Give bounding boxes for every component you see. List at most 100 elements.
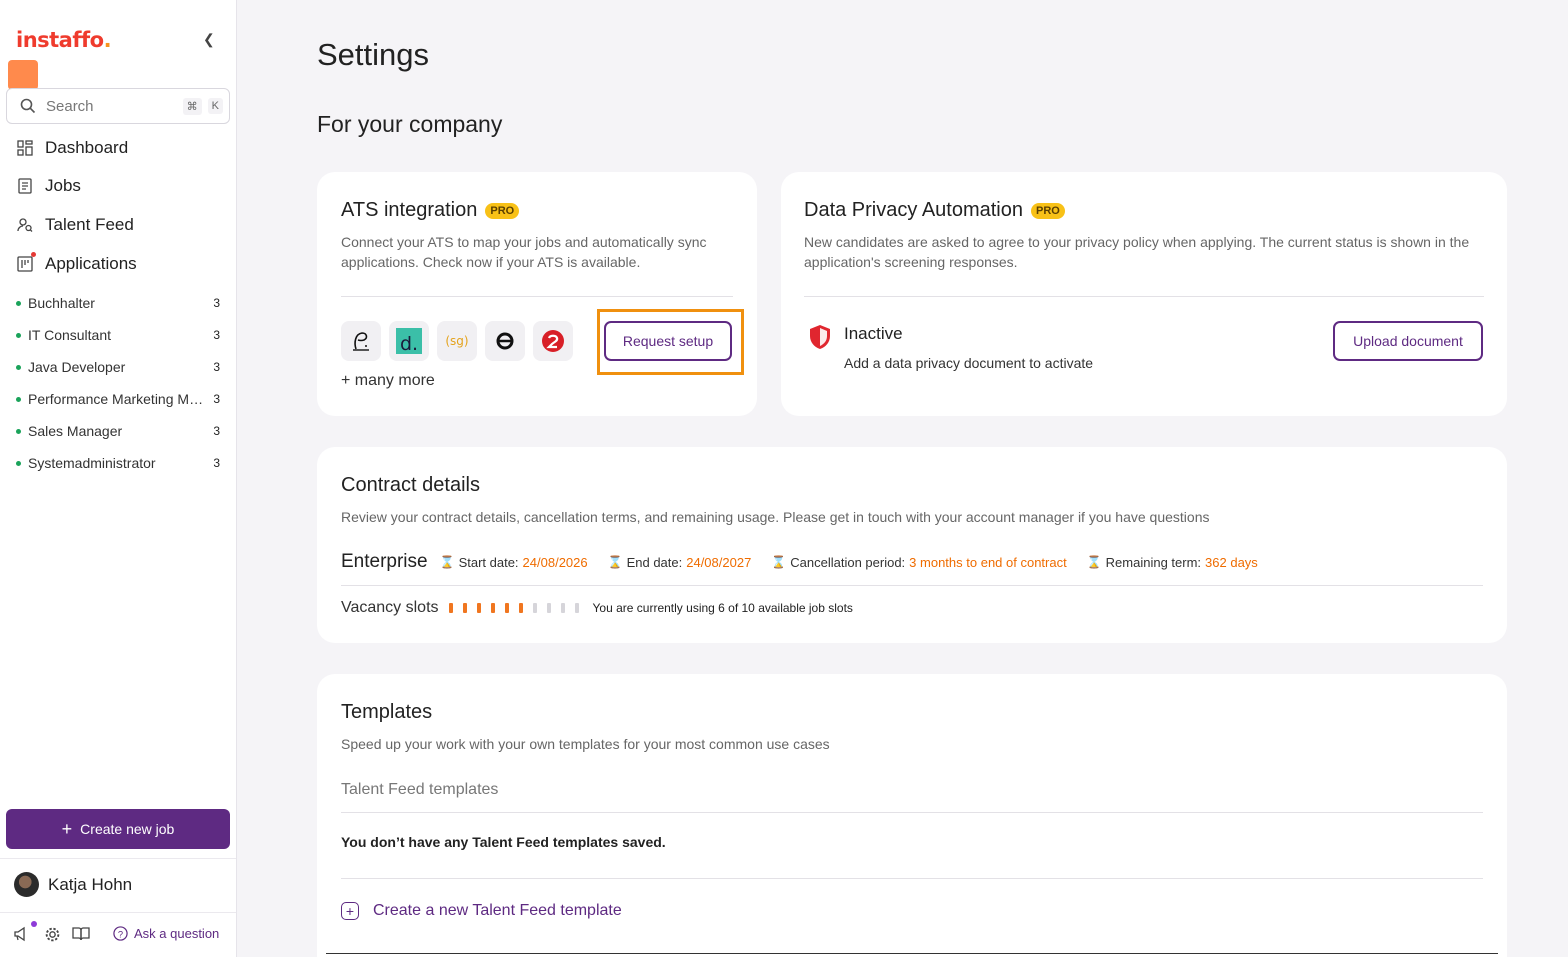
vacancy-slot-bar [448,603,589,613]
nav-talent-feed[interactable]: Talent Feed [16,215,134,235]
pro-badge: PRO [485,202,520,219]
active-dot [16,428,21,434]
job-count: 3 [213,328,220,342]
job-name: Sales Manager [28,423,123,439]
instaffo-logo[interactable]: instaffo. [16,28,112,52]
end-date: ⌛ End date: 24/08/2027 [608,555,752,570]
job-item-performance-marketing[interactable]: Performance Marketing Manager 3 [16,391,220,407]
divider [341,585,1483,586]
job-item-sales-manager[interactable]: Sales Manager 3 [16,423,220,439]
pro-badge: PRO [1031,202,1065,219]
job-item-buchhalter[interactable]: Buchhalter 3 [16,295,220,311]
notification-dot [31,252,36,257]
ats-logos: d. (sg) [341,321,573,361]
card-description: Review your contract details, cancellati… [341,509,1210,525]
slot-free [574,603,579,613]
job-count: 3 [213,360,220,374]
create-new-job-button[interactable]: + Create new job [6,809,230,849]
card-title: Templates [341,701,433,723]
softgarden-logo-icon: (sg) [437,321,477,361]
job-name: Performance Marketing Manager [28,391,205,407]
announcements-icon[interactable] [13,926,31,942]
create-job-label: Create new job [80,821,175,837]
start-value: 24/08/2026 [522,554,588,570]
slot-used [518,603,523,613]
job-name: IT Consultant [28,327,112,343]
ats-integration-card: ATS integration PRO Connect your ATS to m… [317,172,757,416]
shortcut-cmd: ⌘ [182,97,202,115]
card-description: New candidates are asked to agree to you… [804,234,1470,270]
job-count: 3 [213,392,220,406]
help-icon: ? [113,926,128,941]
cancel-value: 3 months to end of contract [909,554,1067,570]
hourglass-icon: ⌛ [1086,555,1102,569]
book-icon[interactable] [72,926,90,941]
create-talent-feed-template-link[interactable]: + Create a new Talent Feed template [341,902,622,920]
data-privacy-card: Data Privacy Automation PRO New candidate… [781,172,1507,416]
hourglass-icon: ⌛ [607,555,623,569]
slot-free [560,603,565,613]
gear-icon[interactable] [44,926,61,943]
contract-details-card: Contract details Review your contract de… [317,447,1507,643]
card-title: Data Privacy Automation [804,199,1023,221]
end-value: 24/08/2027 [686,554,752,570]
vacancy-slots-row: Vacancy slots You are currently using 6 … [341,599,853,617]
jobs-icon [16,177,34,195]
personio-logo-icon [341,321,381,361]
avatar [14,872,39,897]
svg-text:(sg): (sg) [445,334,468,348]
active-dot [16,460,21,466]
slot-used [448,603,453,613]
divider [341,812,1483,813]
ask-question-label: Ask a question [134,926,220,941]
slot-used [462,603,467,613]
job-name: Java Developer [28,359,126,375]
notification-dot [31,921,37,927]
company-avatar[interactable] [8,60,38,90]
nav-applications[interactable]: Applications [16,252,137,274]
search-input[interactable]: Search ⌘ K [6,88,230,124]
job-item-it-consultant[interactable]: IT Consultant 3 [16,327,220,343]
end-label: End date: [626,554,683,570]
applications-icon [16,252,36,273]
cancel-label: Cancellation period: [790,554,906,570]
create-template-label: Create a new Talent Feed template [373,902,622,919]
sidebar: instaffo. ❮ Search ⌘ K Dashboard Jobs Ta… [0,0,237,957]
dashboard-icon [16,139,34,157]
divider [0,912,236,913]
user-profile[interactable]: Katja Hohn [14,872,132,897]
d-vinci-logo-icon: d. [389,321,429,361]
job-count: 3 [213,424,220,438]
privacy-status-hint: Add a data privacy document to activate [844,355,1094,371]
job-name: Buchhalter [28,295,95,311]
empty-templates-message: You don’t have any Talent Feed templates… [341,834,666,850]
active-dot [16,396,21,402]
section-title: For your company [317,111,503,137]
job-item-java-developer[interactable]: Java Developer 3 [16,359,220,375]
job-count: 3 [213,296,220,310]
nav-label: Applications [45,254,137,273]
card-description: Connect your ATS to map your jobs and au… [341,234,707,270]
privacy-status: Inactive [844,324,903,343]
collapse-sidebar-icon[interactable]: ❮ [203,31,215,48]
remaining-term: ⌛ Remaining term: 362 days [1087,555,1258,570]
upload-document-button[interactable]: Upload document [1333,321,1483,361]
start-date: ⌛ Start date: 24/08/2026 [440,555,588,570]
ats-red-logo-icon [533,321,573,361]
active-dot [16,300,21,306]
plus-icon: + [61,819,73,839]
many-more-text: + many more [341,372,435,389]
shortcut-k: K [207,98,223,114]
contract-info-row: Enterprise ⌛ Start date: 24/08/2026 ⌛ End d… [341,551,1278,573]
nav-label: Dashboard [45,138,129,157]
job-item-systemadministrator[interactable]: Systemadministrator 3 [16,455,220,471]
plus-square-icon: + [341,902,359,920]
nav-label: Jobs [45,176,81,195]
nav-dashboard[interactable]: Dashboard [16,138,128,158]
search-placeholder: Search [46,97,94,115]
hourglass-icon: ⌛ [771,555,787,569]
nav-jobs[interactable]: Jobs [16,176,81,196]
talent-feed-icon [16,216,34,234]
ask-question-link[interactable]: ? Ask a question [113,926,219,941]
remaining-value: 362 days [1205,554,1258,570]
